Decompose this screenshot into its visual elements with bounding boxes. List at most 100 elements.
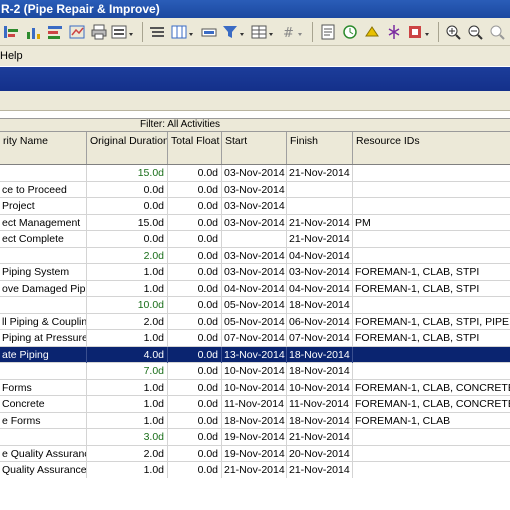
cell-total-float: 0.0d (168, 297, 222, 313)
cell-original-duration: 1.0d (87, 396, 168, 412)
activities-icon[interactable] (1, 22, 21, 41)
cell-start: 03-Nov-2014 (222, 247, 287, 264)
bar-icon[interactable] (199, 22, 219, 41)
cell-resource-ids (353, 347, 510, 363)
cell-original-duration: 1.0d (87, 379, 168, 396)
more-icon[interactable] (406, 22, 432, 41)
cell-start: 11-Nov-2014 (222, 396, 287, 412)
cell-activity-name: Piping System (0, 264, 87, 280)
cell-activity-name: e Forms (0, 412, 87, 429)
table-row[interactable]: 7.0d 0.0d 10-Nov-2014 18-Nov-2014 (0, 363, 510, 380)
table-icon[interactable] (250, 22, 276, 41)
cell-total-float: 0.0d (168, 181, 222, 198)
cell-finish: 04-Nov-2014 (287, 280, 353, 297)
cell-total-float: 0.0d (168, 165, 222, 181)
zoom-fit-icon[interactable] (487, 22, 507, 41)
table-row[interactable]: 15.0d 0.0d 03-Nov-2014 21-Nov-2014 (0, 165, 510, 182)
column-original-duration[interactable]: Original Duration (87, 132, 168, 164)
table-row[interactable]: ll Piping & Coupling 2.0d 0.0d 05-Nov-2014 0… (0, 313, 510, 330)
cell-resource-ids (353, 182, 510, 198)
cell-total-float: 0.0d (168, 280, 222, 297)
table-row[interactable]: e Quality Assurance 2.0d 0.0d 19-Nov-2014 20… (0, 445, 510, 462)
cell-original-duration: 1.0d (87, 462, 168, 478)
table-row[interactable]: 3.0d 0.0d 19-Nov-2014 21-Nov-2014 (0, 429, 510, 446)
table-row[interactable]: ect Complete 0.0d 0.0d 21-Nov-2014 (0, 231, 510, 248)
column-start[interactable]: Start (222, 132, 287, 164)
cell-start: 03-Nov-2014 (222, 264, 287, 280)
resource-icon[interactable] (45, 22, 65, 41)
columns-icon[interactable] (170, 22, 196, 41)
cell-start: 10-Nov-2014 (222, 379, 287, 396)
table-row[interactable]: 10.0d 0.0d 05-Nov-2014 18-Nov-2014 (0, 297, 510, 314)
filter-icon[interactable] (221, 22, 247, 41)
group-icon[interactable] (147, 22, 167, 41)
cell-total-float: 0.0d (168, 346, 222, 363)
cell-finish (287, 181, 353, 198)
table-row[interactable]: Piping at Pressure 1.0d 0.0d 07-Nov-2014 07-… (0, 330, 510, 347)
column-activity-name[interactable]: rity Name (0, 132, 87, 164)
cell-activity-name: ect Complete (0, 231, 87, 247)
store-icon[interactable] (384, 22, 404, 41)
zoom-in-icon[interactable] (443, 22, 463, 41)
print-icon[interactable] (89, 22, 109, 41)
zoom-out-icon[interactable] (465, 22, 485, 41)
cell-activity-name: ll Piping & Coupling (2, 313, 87, 330)
column-resource-ids[interactable]: Resource IDs (353, 132, 510, 164)
cell-start: 07-Nov-2014 (222, 330, 287, 346)
filter-bar: Filter: All Activities (0, 118, 510, 132)
activity-table: 15.0d 0.0d 03-Nov-2014 21-Nov-2014 ce to Pro… (0, 165, 510, 479)
cell-finish: 20-Nov-2014 (287, 445, 353, 462)
cell-original-duration: 3.0d (87, 429, 168, 445)
report-icon[interactable] (318, 22, 338, 41)
cell-start: 03-Nov-2014 (222, 165, 287, 181)
layout-icon[interactable] (110, 22, 136, 41)
table-row[interactable]: Piping System 1.0d 0.0d 03-Nov-2014 03-Nov-2… (0, 264, 510, 281)
table-row[interactable]: Concrete 1.0d 0.0d 11-Nov-2014 11-Nov-2014 FO… (0, 396, 510, 413)
table-row[interactable]: ect Management 15.0d 0.0d 03-Nov-2014 21-Nov… (0, 214, 510, 231)
cell-original-duration: 0.0d (87, 181, 168, 198)
table-row[interactable]: Project 0.0d 0.0d 03-Nov-2014 (0, 198, 510, 215)
cell-activity-name: Piping at Pressure (2, 330, 87, 346)
cell-finish: 21-Nov-2014 (287, 429, 353, 445)
table-row[interactable]: ove Damaged Pipir 1.0d 0.0d 04-Nov-2014 04-N… (0, 280, 510, 297)
chart-icon[interactable] (23, 22, 43, 41)
cell-start: 18-Nov-2014 (222, 412, 287, 429)
column-finish[interactable]: Finish (287, 132, 353, 164)
cell-finish: 18-Nov-2014 (287, 346, 353, 363)
cell-resource-ids (353, 297, 510, 313)
column-total-float[interactable]: Total Float (168, 132, 222, 164)
cell-original-duration: 1.0d (87, 264, 168, 280)
cell-activity-name (0, 429, 87, 445)
cell-resource-ids: FOREMAN-1, CLAB, CONCRETE F (355, 381, 510, 394)
cell-activity-name: ove Damaged Pipir (2, 280, 87, 297)
cell-original-duration: 4.0d (87, 346, 168, 363)
level-icon[interactable] (362, 22, 382, 41)
menu-help[interactable]: Help (0, 46, 23, 66)
cell-resource-ids (353, 446, 510, 462)
cell-start (222, 231, 287, 247)
cell-resource-ids (353, 248, 510, 264)
number-icon[interactable]: # (279, 22, 305, 41)
cell-total-float: 0.0d (168, 313, 222, 330)
svg-text:#: # (283, 26, 294, 40)
cell-start: 21-Nov-2014 (222, 462, 287, 478)
cell-activity-name: Concrete (0, 396, 87, 412)
table-row[interactable]: ce to Proceed 0.0d 0.0d 03-Nov-2014 (0, 181, 510, 198)
cell-resource-ids (353, 462, 510, 478)
cell-original-duration: 1.0d (87, 412, 168, 429)
table-row[interactable]: ate Piping 4.0d 0.0d 13-Nov-2014 18-Nov-2014 (0, 346, 510, 363)
tracking-icon[interactable] (67, 22, 87, 41)
cell-resource-ids: FOREMAN-1, CLAB, CONCRETE (355, 398, 510, 410)
table-row[interactable]: Forms 1.0d 0.0d 10-Nov-2014 10-Nov-2014 FOREM… (0, 379, 510, 396)
cell-activity-name (0, 165, 87, 181)
table-row[interactable]: Quality Assurance 1.0d 0.0d 21-Nov-2014 21-N… (0, 462, 510, 479)
cell-resource-ids: FOREMAN-1, CLAB, STPI (355, 266, 480, 278)
cell-activity-name: ce to Proceed (0, 181, 87, 198)
cell-original-duration: 1.0d (87, 280, 168, 297)
cell-finish: 18-Nov-2014 (287, 297, 353, 313)
table-row[interactable]: 2.0d 0.0d 03-Nov-2014 04-Nov-2014 (0, 247, 510, 264)
table-row[interactable]: e Forms 1.0d 0.0d 18-Nov-2014 18-Nov-2014 FOR… (0, 412, 510, 429)
layout-title-band (0, 67, 510, 91)
menu-bar: Help (0, 46, 510, 66)
schedule-icon[interactable] (340, 22, 360, 41)
